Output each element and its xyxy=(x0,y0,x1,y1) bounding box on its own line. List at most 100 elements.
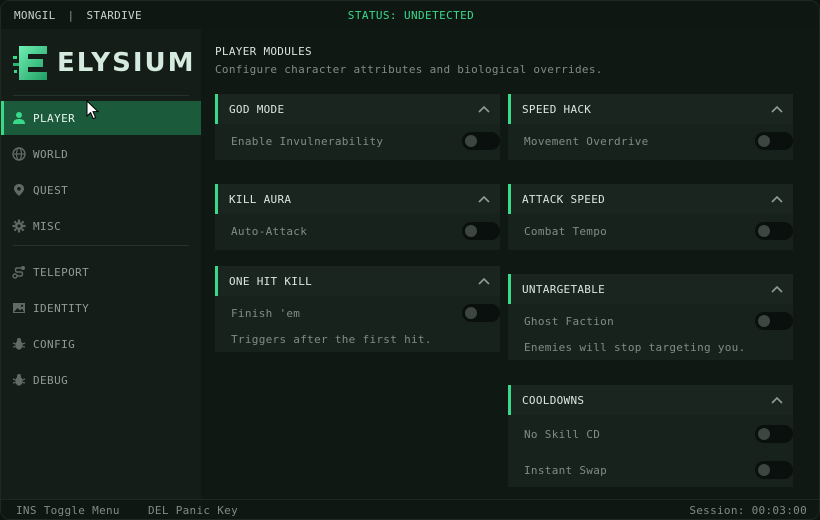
module-card-cooldowns: COOLDOWNS No Skill CD Instant Swap xyxy=(508,385,793,487)
module-card-kill-aura: KILL AURA Auto-Attack xyxy=(215,184,500,250)
sidebar-item-label: QUEST xyxy=(33,183,69,197)
setting-label: Finish 'em xyxy=(231,306,301,320)
card-title: ONE HIT KILL xyxy=(229,274,313,288)
nav-divider xyxy=(13,245,189,246)
chevron-up-icon[interactable] xyxy=(478,193,490,206)
card-title: GOD MODE xyxy=(229,102,285,116)
user-icon xyxy=(11,110,27,126)
sidebar-item-label: TELEPORT xyxy=(33,265,90,279)
no-skill-cd-toggle[interactable] xyxy=(755,425,793,443)
server-name: STARDIVE xyxy=(86,9,142,22)
setting-label: Movement Overdrive xyxy=(524,134,649,148)
bug-icon xyxy=(11,336,27,352)
route-icon xyxy=(11,264,27,280)
toggle-knob xyxy=(465,225,477,237)
toggle-knob xyxy=(465,135,477,147)
logo-icon xyxy=(13,44,49,82)
page-subtitle: Configure character attributes and biolo… xyxy=(215,63,603,76)
setting-row: Finish 'em xyxy=(215,296,500,330)
toggle-knob xyxy=(758,135,770,147)
card-title: SPEED HACK xyxy=(522,102,592,116)
sidebar: ELYSIUM PLAYER WORLD QUEST MISC TELEPORT… xyxy=(1,29,201,499)
setting-row: Auto-Attack xyxy=(215,214,500,248)
setting-label: Instant Swap xyxy=(524,463,608,477)
setting-label: Combat Tempo xyxy=(524,224,608,238)
setting-label: Enable Invulnerability xyxy=(231,134,384,148)
sidebar-item-world[interactable]: WORLD xyxy=(1,137,201,171)
combat-tempo-toggle[interactable] xyxy=(755,222,793,240)
sidebar-item-label: IDENTITY xyxy=(33,301,90,315)
invulnerability-toggle[interactable] xyxy=(462,132,500,150)
card-title: COOLDOWNS xyxy=(522,393,585,407)
card-header[interactable]: UNTARGETABLE xyxy=(508,274,793,304)
sidebar-item-player[interactable]: PLAYER xyxy=(1,101,201,135)
sidebar-item-label: WORLD xyxy=(33,147,69,161)
toggle-menu-hint: INS Toggle Menu xyxy=(16,504,120,517)
toggle-knob xyxy=(758,428,770,440)
sidebar-item-label: PLAYER xyxy=(33,111,76,125)
toggle-knob xyxy=(758,464,770,476)
chevron-up-icon[interactable] xyxy=(771,103,783,116)
card-title: KILL AURA xyxy=(229,192,292,206)
module-card-untargetable: UNTARGETABLE Ghost Faction Enemies will … xyxy=(508,274,793,360)
app-window: MONGIL | STARDIVE STATUS: UNDETECTED ELY… xyxy=(0,0,820,520)
title-separator: | xyxy=(67,9,75,22)
main-panel: PLAYER MODULES Configure character attri… xyxy=(201,29,819,499)
globe-icon xyxy=(11,146,27,162)
sidebar-item-debug[interactable]: DEBUG xyxy=(1,363,201,397)
setting-row: Movement Overdrive xyxy=(508,124,793,158)
setting-row: Ghost Faction xyxy=(508,304,793,338)
card-description: Enemies will stop targeting you. xyxy=(524,341,746,354)
setting-label: Ghost Faction xyxy=(524,314,614,328)
ghost-faction-toggle[interactable] xyxy=(755,312,793,330)
sidebar-item-config[interactable]: CONFIG xyxy=(1,327,201,361)
sidebar-item-label: DEBUG xyxy=(33,373,69,387)
card-header[interactable]: SPEED HACK xyxy=(508,94,793,124)
toggle-knob xyxy=(758,225,770,237)
finish-em-toggle[interactable] xyxy=(462,304,500,322)
setting-row: Instant Swap xyxy=(508,453,793,487)
toggle-knob xyxy=(465,307,477,319)
module-card-attack-speed: ATTACK SPEED Combat Tempo xyxy=(508,184,793,250)
panic-key-hint: DEL Panic Key xyxy=(148,504,238,517)
chevron-up-icon[interactable] xyxy=(771,193,783,206)
page-title: PLAYER MODULES xyxy=(215,45,312,58)
logo-divider xyxy=(13,95,189,96)
status-bar: INS Toggle Menu DEL Panic Key Session: 0… xyxy=(1,499,819,519)
chevron-up-icon[interactable] xyxy=(771,283,783,296)
logo: ELYSIUM xyxy=(13,43,196,83)
chevron-up-icon[interactable] xyxy=(478,275,490,288)
movement-overdrive-toggle[interactable] xyxy=(755,132,793,150)
setting-row: No Skill CD xyxy=(508,415,793,453)
sidebar-item-teleport[interactable]: TELEPORT xyxy=(1,255,201,289)
sidebar-item-identity[interactable]: IDENTITY xyxy=(1,291,201,325)
card-description: Triggers after the first hit. xyxy=(231,333,432,346)
setting-row: Combat Tempo xyxy=(508,214,793,248)
auto-attack-toggle[interactable] xyxy=(462,222,500,240)
sidebar-item-label: CONFIG xyxy=(33,337,76,351)
card-header[interactable]: ATTACK SPEED xyxy=(508,184,793,214)
sidebar-item-quest[interactable]: QUEST xyxy=(1,173,201,207)
instant-swap-toggle[interactable] xyxy=(755,461,793,479)
card-title: ATTACK SPEED xyxy=(522,192,606,206)
sidebar-item-misc[interactable]: MISC xyxy=(1,209,201,243)
chevron-up-icon[interactable] xyxy=(771,394,783,407)
card-header[interactable]: KILL AURA xyxy=(215,184,500,214)
card-header[interactable]: GOD MODE xyxy=(215,94,500,124)
chevron-up-icon[interactable] xyxy=(478,103,490,116)
session-timer: Session: 00:03:00 xyxy=(689,504,807,517)
setting-label: No Skill CD xyxy=(524,427,601,441)
module-card-one-hit-kill: ONE HIT KILL Finish 'em Triggers after t… xyxy=(215,266,500,352)
brand-name: ELYSIUM xyxy=(57,48,196,78)
bug-icon xyxy=(11,372,27,388)
mouse-cursor-icon xyxy=(86,99,100,120)
map-pin-icon xyxy=(11,182,27,198)
setting-row: Enable Invulnerability xyxy=(215,124,500,158)
card-title: UNTARGETABLE xyxy=(522,282,606,296)
card-header[interactable]: COOLDOWNS xyxy=(508,385,793,415)
title-bar: MONGIL | STARDIVE STATUS: UNDETECTED xyxy=(1,1,819,29)
card-header[interactable]: ONE HIT KILL xyxy=(215,266,500,296)
username: MONGIL xyxy=(14,9,56,22)
module-card-speed-hack: SPEED HACK Movement Overdrive xyxy=(508,94,793,160)
image-icon xyxy=(11,300,27,316)
